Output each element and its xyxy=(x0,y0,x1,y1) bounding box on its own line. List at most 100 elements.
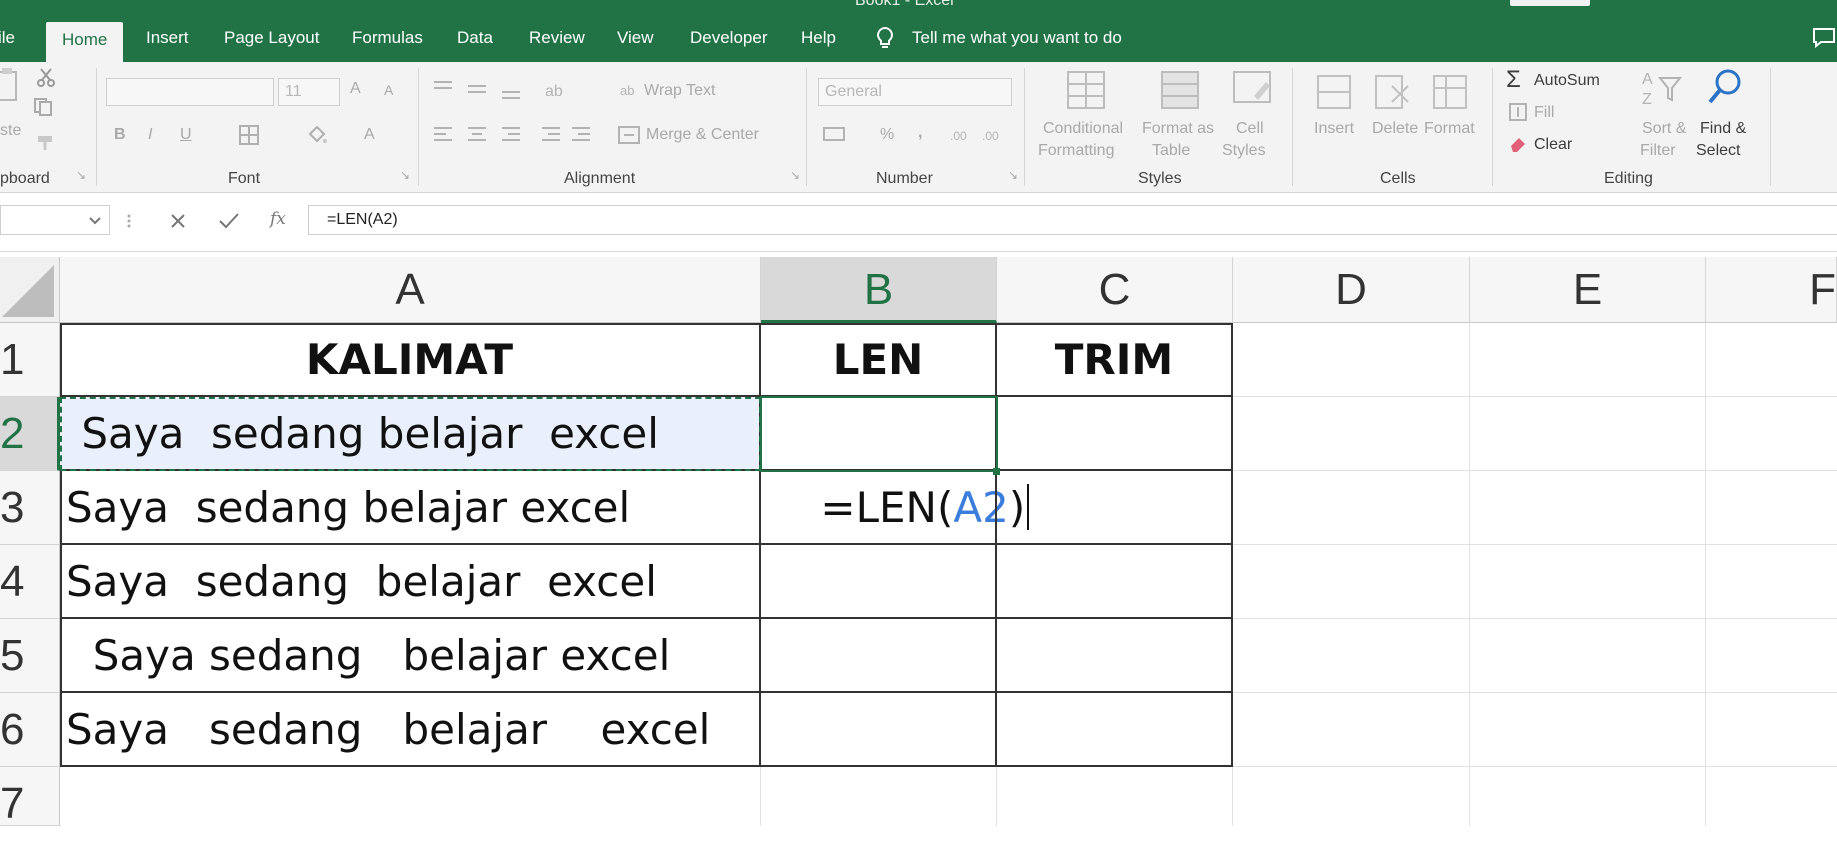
delete-cells-button[interactable]: Delete xyxy=(1372,120,1418,138)
cell-f7[interactable] xyxy=(1706,767,1837,826)
row-header-7[interactable]: 7 xyxy=(0,767,60,828)
borders-icon[interactable] xyxy=(238,124,260,146)
paste-icon[interactable] xyxy=(0,68,22,104)
search-icon[interactable] xyxy=(1706,66,1746,110)
wrap-text-icon[interactable]: ab xyxy=(620,80,640,100)
autosum-button[interactable]: AutoSum xyxy=(1534,72,1600,90)
percent-style-button[interactable]: % xyxy=(880,126,894,144)
comma-style-button[interactable]: , xyxy=(918,124,922,142)
comments-icon[interactable] xyxy=(1812,27,1836,49)
insert-cells-button[interactable]: Insert xyxy=(1314,120,1354,138)
decrease-font-button[interactable]: A xyxy=(384,82,393,98)
merge-center-icon[interactable] xyxy=(618,124,640,146)
cell-e3[interactable] xyxy=(1470,471,1706,545)
tab-view[interactable]: View xyxy=(617,28,654,48)
paste-label[interactable]: ste xyxy=(0,122,21,140)
enter-check-icon[interactable] xyxy=(218,211,240,231)
tab-review[interactable]: Review xyxy=(529,28,585,48)
insert-cells-icon[interactable] xyxy=(1316,72,1352,112)
cell-c5[interactable] xyxy=(997,619,1233,693)
orientation-icon[interactable]: ab xyxy=(545,78,569,102)
eraser-icon[interactable] xyxy=(1508,134,1528,154)
cell-e7[interactable] xyxy=(1470,767,1706,826)
clear-button[interactable]: Clear xyxy=(1534,136,1572,154)
chevron-down-icon[interactable] xyxy=(89,216,101,226)
fill-button[interactable]: Fill xyxy=(1534,104,1554,122)
format-as-table-button[interactable]: Format as xyxy=(1142,120,1214,138)
cell-f4[interactable] xyxy=(1706,545,1837,619)
number-launcher-icon[interactable]: ↘ xyxy=(1008,168,1018,182)
cell-c3[interactable] xyxy=(997,471,1233,545)
cell-d6[interactable] xyxy=(1233,693,1470,767)
cell-e2[interactable] xyxy=(1470,397,1706,471)
cell-f3[interactable] xyxy=(1706,471,1837,545)
column-header-c[interactable]: C xyxy=(997,257,1233,323)
delete-cells-icon[interactable] xyxy=(1374,72,1410,112)
conditional-formatting-icon[interactable] xyxy=(1066,70,1106,110)
cell-a5[interactable]: Saya sedang belajar excel xyxy=(60,619,761,693)
clipboard-launcher-icon[interactable]: ↘ xyxy=(76,168,86,182)
row-header-5[interactable]: 5 xyxy=(0,619,60,693)
cancel-icon[interactable] xyxy=(168,211,188,231)
sign-in-button[interactable] xyxy=(1510,0,1590,6)
cell-styles-icon[interactable] xyxy=(1232,70,1272,110)
cell-f1[interactable] xyxy=(1706,323,1837,397)
number-format-dropdown[interactable]: General xyxy=(818,78,1012,106)
insert-function-icon[interactable]: fx xyxy=(270,209,286,229)
font-size-dropdown[interactable]: 11 xyxy=(278,78,340,106)
vertical-align-icons[interactable] xyxy=(432,78,542,102)
tab-developer[interactable]: Developer xyxy=(690,28,768,48)
tab-formulas[interactable]: Formulas xyxy=(352,28,423,48)
row-header-3[interactable]: 3 xyxy=(0,471,60,545)
cell-b5[interactable] xyxy=(761,619,997,693)
cell-e4[interactable] xyxy=(1470,545,1706,619)
autosum-icon[interactable]: Σ xyxy=(1506,66,1521,94)
copy-icon[interactable] xyxy=(34,98,60,116)
format-cells-button[interactable]: Format xyxy=(1424,120,1475,138)
column-header-e[interactable]: E xyxy=(1470,257,1706,323)
sort-filter-button[interactable]: Sort & xyxy=(1642,120,1686,138)
row-header-1[interactable]: 1 xyxy=(0,323,60,397)
format-painter-icon[interactable] xyxy=(36,134,58,152)
cell-b4[interactable] xyxy=(761,545,997,619)
cell-b6[interactable] xyxy=(761,693,997,767)
cell-a7[interactable] xyxy=(60,767,761,826)
row-header-4[interactable]: 4 xyxy=(0,545,60,619)
tab-help[interactable]: Help xyxy=(801,28,836,48)
fill-icon[interactable] xyxy=(1508,102,1528,122)
formula-input[interactable]: =LEN(A2) xyxy=(308,205,1837,235)
accounting-format-icon[interactable] xyxy=(822,124,852,146)
cell-d2[interactable] xyxy=(1233,397,1470,471)
cell-b3[interactable] xyxy=(761,471,997,545)
bold-button[interactable]: B xyxy=(114,126,126,144)
cell-styles-button[interactable]: Cell xyxy=(1236,120,1264,138)
cell-e6[interactable] xyxy=(1470,693,1706,767)
font-name-dropdown[interactable] xyxy=(106,78,274,106)
cell-d5[interactable] xyxy=(1233,619,1470,693)
tab-home[interactable]: Home xyxy=(46,22,124,62)
decimal-icons[interactable]: .00 .00 xyxy=(950,124,1010,146)
underline-button[interactable]: U xyxy=(180,126,192,144)
cell-c1[interactable]: TRIM xyxy=(997,323,1233,397)
cell-f2[interactable] xyxy=(1706,397,1837,471)
italic-button[interactable]: I xyxy=(148,126,152,144)
cell-a2[interactable]: Saya sedang belajar excel xyxy=(60,397,761,471)
cell-d7[interactable] xyxy=(1233,767,1470,826)
increase-font-button[interactable]: A xyxy=(350,80,361,98)
cell-d4[interactable] xyxy=(1233,545,1470,619)
cell-c4[interactable] xyxy=(997,545,1233,619)
font-color-button[interactable]: A xyxy=(364,126,375,144)
format-cells-icon[interactable] xyxy=(1432,72,1468,112)
cell-c6[interactable] xyxy=(997,693,1233,767)
select-all-corner[interactable] xyxy=(0,257,60,323)
cell-f6[interactable] xyxy=(1706,693,1837,767)
cell-b1[interactable]: LEN xyxy=(761,323,997,397)
font-launcher-icon[interactable]: ↘ xyxy=(400,168,410,182)
column-header-d[interactable]: D xyxy=(1233,257,1470,323)
tab-insert[interactable]: Insert xyxy=(146,28,189,48)
tab-data[interactable]: Data xyxy=(457,28,493,48)
merge-center-button[interactable]: Merge & Center xyxy=(646,126,759,144)
tab-page-layout[interactable]: Page Layout xyxy=(224,28,319,48)
row-header-2[interactable]: 2 xyxy=(0,397,60,471)
cell-c2[interactable] xyxy=(997,397,1233,471)
